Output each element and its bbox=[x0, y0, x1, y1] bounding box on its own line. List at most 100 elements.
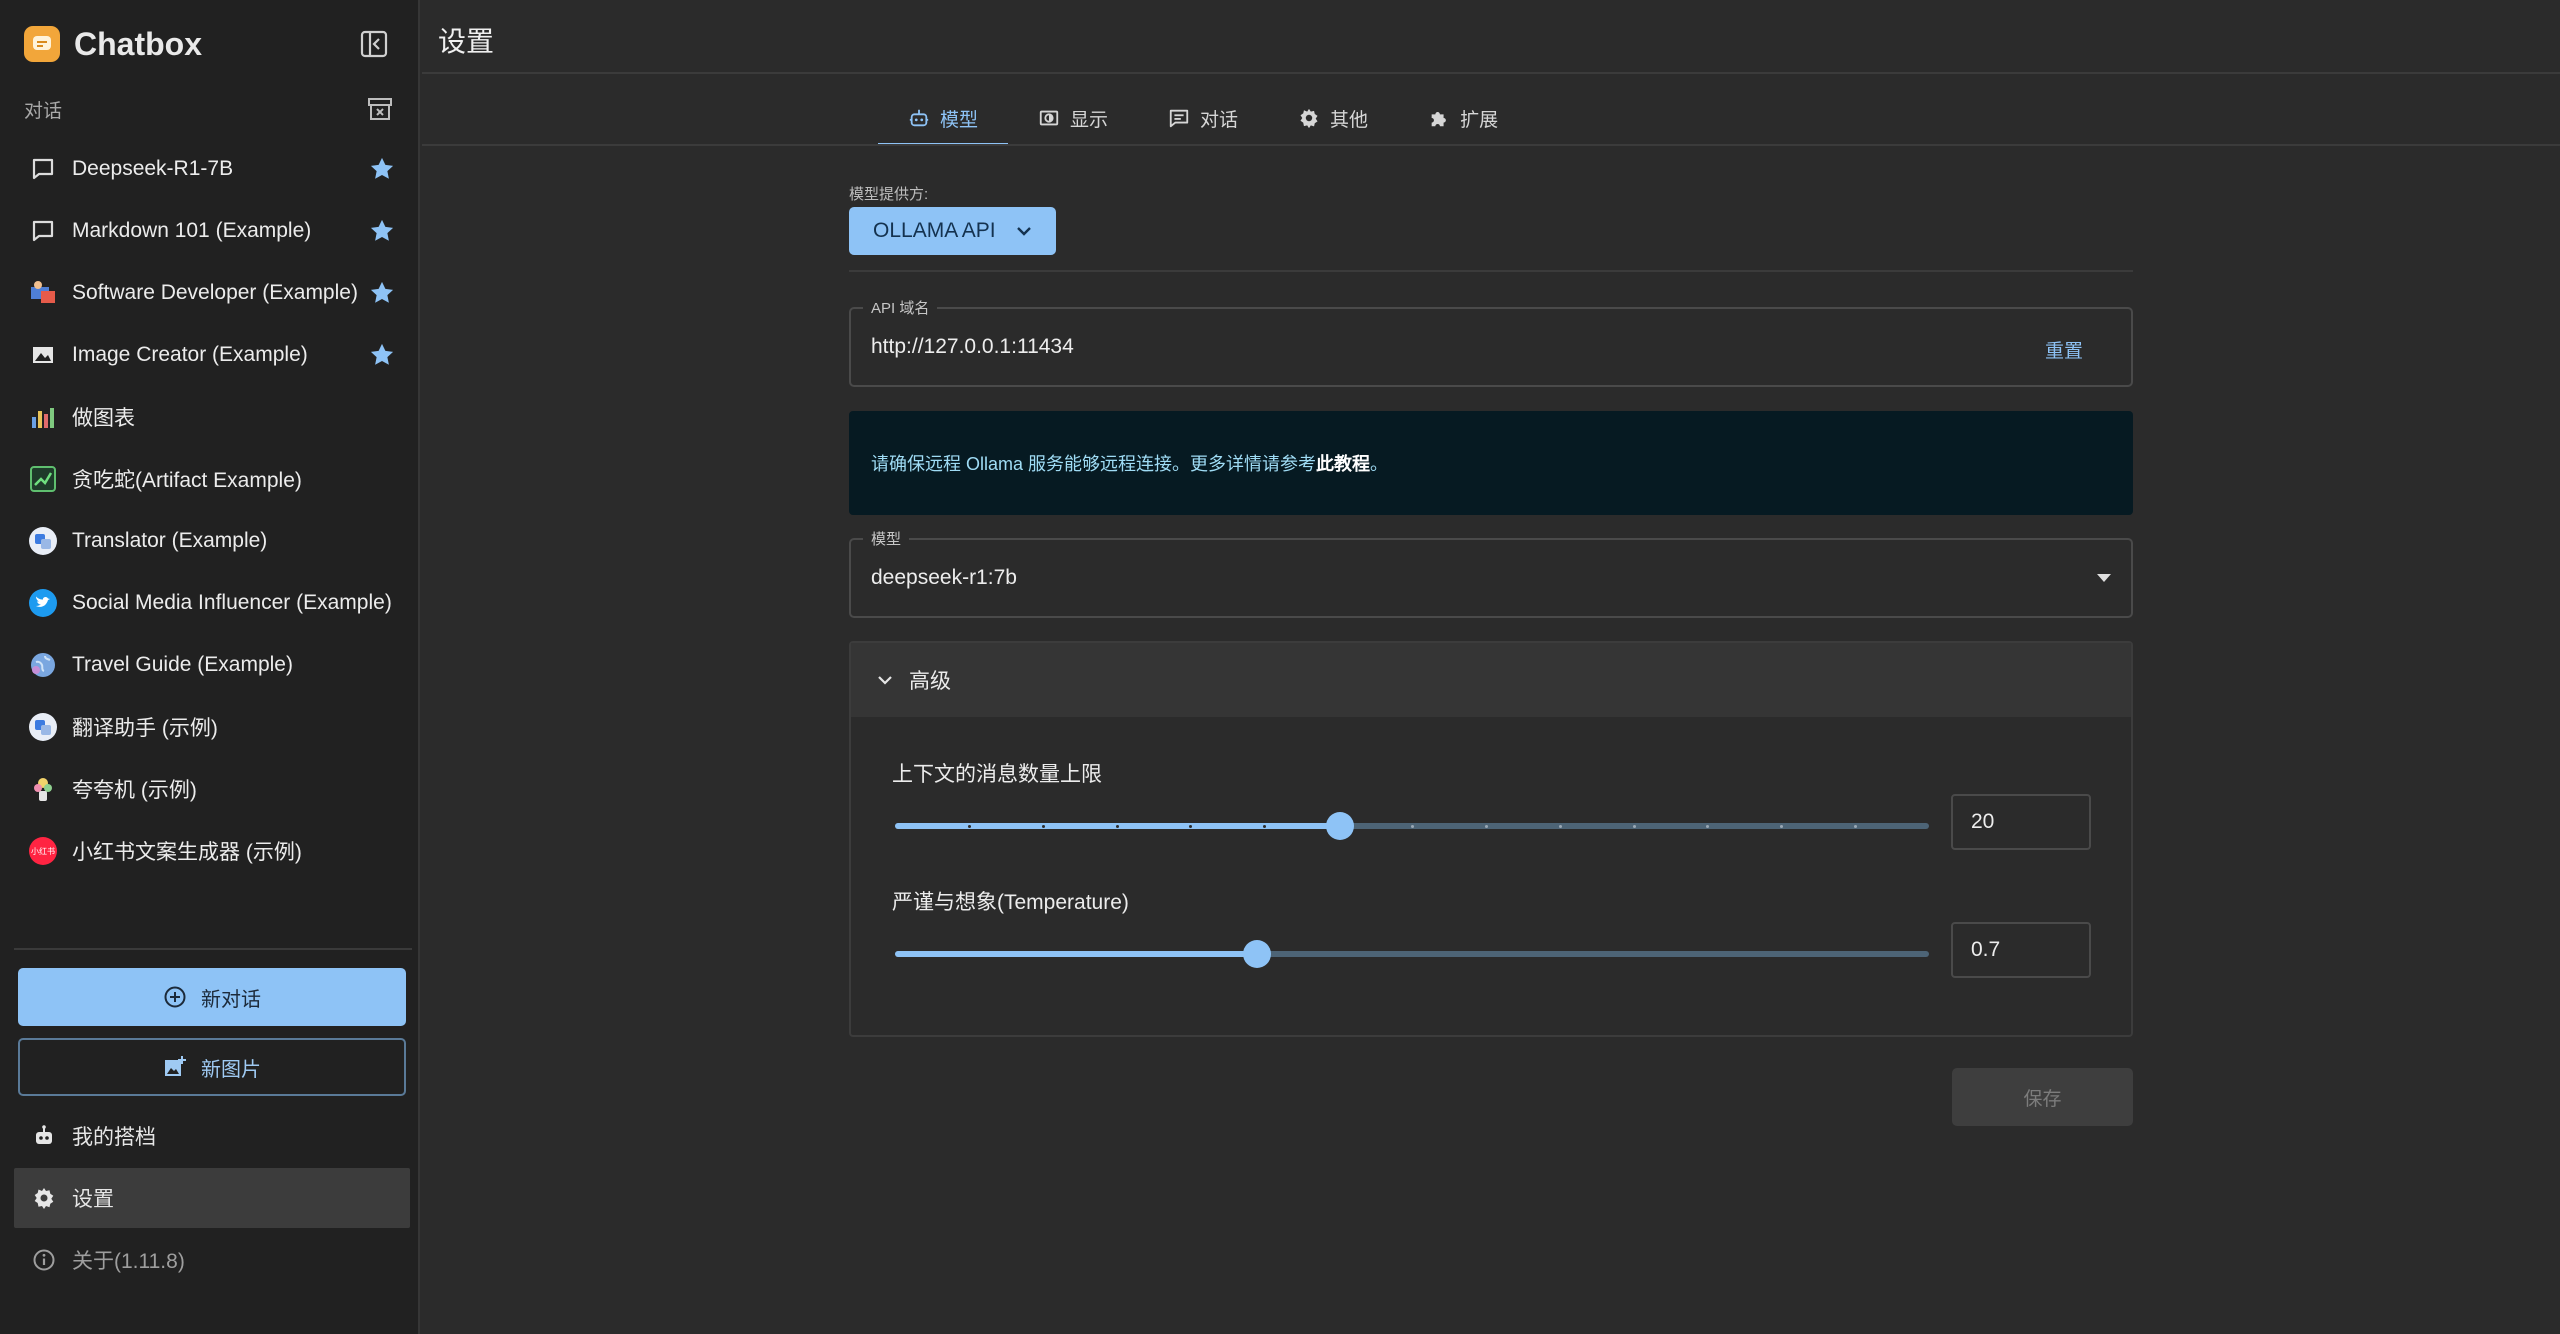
model-value: deepseek-r1:7b bbox=[871, 566, 1017, 589]
conversation-item[interactable]: 做图表 bbox=[14, 386, 412, 448]
star-icon[interactable] bbox=[368, 279, 396, 307]
conversation-label: Markdown 101 (Example) bbox=[72, 219, 312, 242]
provider-value: OLLAMA API bbox=[873, 219, 996, 242]
context-limit-input[interactable]: 20 bbox=[1951, 794, 2091, 850]
sidebar-item-about[interactable]: 关于(1.11.8) bbox=[14, 1230, 410, 1290]
slider-mark bbox=[1854, 825, 1857, 828]
conversation-label: 夸夸机 (示例) bbox=[72, 779, 197, 802]
advanced-section: 高级 上下文的消息数量上限 20 严谨与想象(Temperature) 0.7 bbox=[849, 641, 2133, 1037]
xiaohongshu-badge-text: 小红书 bbox=[31, 846, 55, 856]
translator-avatar-icon bbox=[28, 712, 58, 742]
slider-mark bbox=[1411, 825, 1414, 828]
chat-bubble-icon bbox=[28, 154, 58, 184]
conversation-item[interactable]: Social Media Influencer (Example) bbox=[14, 572, 412, 634]
tab-other[interactable]: 其他 bbox=[1268, 90, 1398, 146]
tutorial-link[interactable]: 此教程 bbox=[1316, 450, 1370, 476]
header-divider bbox=[422, 72, 2560, 74]
slider-mark bbox=[1042, 825, 1045, 828]
slider-thumb[interactable] bbox=[1326, 812, 1354, 840]
display-icon bbox=[1038, 107, 1060, 129]
info-text: 请确保远程 Ollama 服务能够远程连接。更多详情请参考 bbox=[871, 454, 1317, 474]
provider-select-button[interactable]: OLLAMA API bbox=[849, 207, 1056, 255]
app-name: Chatbox bbox=[74, 25, 202, 62]
brand: Chatbox bbox=[24, 24, 202, 64]
conversation-item[interactable]: Software Developer (Example) bbox=[14, 262, 412, 324]
slider-track bbox=[895, 951, 1257, 957]
sidebar-item-partners[interactable]: 我的搭档 bbox=[14, 1106, 410, 1166]
conversation-item[interactable]: Translator (Example) bbox=[14, 510, 412, 572]
conversation-item[interactable]: Markdown 101 (Example) bbox=[14, 200, 412, 262]
slider-mark bbox=[1189, 825, 1192, 828]
tab-display[interactable]: 显示 bbox=[1008, 90, 1138, 146]
settings-panel: 设置 模型 显示 对话 其他 扩展 模型提供方: OLLAMA API API … bbox=[422, 0, 2560, 1334]
conversation-label: 做图表 bbox=[72, 407, 135, 430]
temperature-slider[interactable] bbox=[895, 940, 1929, 968]
conversation-item[interactable]: 翻译助手 (示例) bbox=[14, 696, 412, 758]
slider-mark bbox=[1780, 825, 1783, 828]
chat-icon bbox=[1168, 107, 1190, 129]
developer-avatar-icon bbox=[28, 278, 58, 308]
api-host-field[interactable]: API 域名 http://127.0.0.1:11434 重置 bbox=[849, 297, 2133, 387]
conversation-item[interactable]: Image Creator (Example) bbox=[14, 324, 412, 386]
info-icon bbox=[30, 1248, 58, 1272]
archive-icon bbox=[368, 98, 392, 120]
tab-label: 显示 bbox=[1070, 109, 1109, 131]
slider-thumb[interactable] bbox=[1243, 940, 1271, 968]
star-icon[interactable] bbox=[368, 155, 396, 183]
temperature-input[interactable]: 0.7 bbox=[1951, 922, 2091, 978]
model-select[interactable]: 模型 deepseek-r1:7b bbox=[849, 528, 2133, 618]
info-end: 。 bbox=[1370, 454, 1389, 474]
context-limit-slider[interactable] bbox=[895, 812, 1929, 840]
info-alert: 请确保远程 Ollama 服务能够远程连接。更多详情请参考 此教程。 bbox=[849, 411, 2133, 515]
add-circle-icon bbox=[163, 985, 187, 1009]
conversation-label: Image Creator (Example) bbox=[72, 343, 308, 366]
chevron-down-icon bbox=[875, 670, 895, 690]
conversation-item[interactable]: Travel Guide (Example) bbox=[14, 634, 412, 696]
conversations-section-label: 对话 bbox=[24, 101, 63, 122]
sidebar-item-settings[interactable]: 设置 bbox=[14, 1168, 410, 1228]
conversation-item[interactable]: 贪吃蛇(Artifact Example) bbox=[14, 448, 412, 510]
about-label: 关于(1.11.8) bbox=[72, 1250, 185, 1273]
caret-down-icon bbox=[2097, 574, 2111, 582]
conversation-label: 小红书文案生成器 (示例) bbox=[72, 841, 302, 864]
star-icon[interactable] bbox=[368, 341, 396, 369]
robot-icon bbox=[30, 1124, 58, 1148]
image-icon bbox=[28, 340, 58, 370]
conversation-item[interactable]: Deepseek-R1-7B bbox=[14, 138, 412, 200]
chatbox-logo-icon bbox=[24, 26, 60, 62]
slider-mark bbox=[968, 825, 971, 828]
star-icon[interactable] bbox=[368, 217, 396, 245]
new-chat-button[interactable]: 新对话 bbox=[18, 968, 406, 1026]
partners-label: 我的搭档 bbox=[72, 1126, 156, 1149]
slider-mark bbox=[1263, 825, 1266, 828]
tab-chat[interactable]: 对话 bbox=[1138, 90, 1268, 146]
puzzle-icon bbox=[1428, 107, 1450, 129]
gear-icon bbox=[1298, 107, 1320, 129]
tab-model[interactable]: 模型 bbox=[878, 90, 1009, 146]
new-chat-label: 新对话 bbox=[201, 988, 261, 1011]
api-host-input[interactable]: http://127.0.0.1:11434 bbox=[871, 335, 1074, 359]
conversation-item[interactable]: 夸夸机 (示例) bbox=[14, 758, 412, 820]
collapse-sidebar-button[interactable] bbox=[358, 28, 390, 60]
gear-icon bbox=[30, 1186, 58, 1210]
slider-mark bbox=[1559, 825, 1562, 828]
api-host-label: API 域名 bbox=[863, 297, 938, 318]
save-button[interactable]: 保存 bbox=[1952, 1068, 2133, 1126]
section-divider bbox=[849, 270, 2133, 272]
reset-button[interactable]: 重置 bbox=[2045, 336, 2083, 363]
conversation-item[interactable]: 小红书 小红书文案生成器 (示例) bbox=[14, 820, 412, 882]
advanced-toggle[interactable]: 高级 bbox=[851, 643, 2131, 717]
conversation-label: Translator (Example) bbox=[72, 529, 268, 552]
conversation-label: Deepseek-R1-7B bbox=[72, 157, 234, 180]
page-title: 设置 bbox=[438, 26, 495, 57]
tab-extensions[interactable]: 扩展 bbox=[1398, 90, 1528, 146]
new-image-button[interactable]: 新图片 bbox=[18, 1038, 406, 1096]
chart-avatar-icon bbox=[28, 402, 58, 432]
clear-conversations-button[interactable] bbox=[366, 96, 394, 122]
settings-tabs: 模型 显示 对话 其他 扩展 bbox=[878, 90, 1528, 146]
tab-label: 模型 bbox=[940, 109, 979, 131]
tab-label: 扩展 bbox=[1460, 109, 1499, 131]
advanced-label: 高级 bbox=[909, 670, 951, 693]
conversation-label: 贪吃蛇(Artifact Example) bbox=[72, 469, 302, 492]
xiaohongshu-avatar-icon: 小红书 bbox=[28, 836, 58, 866]
